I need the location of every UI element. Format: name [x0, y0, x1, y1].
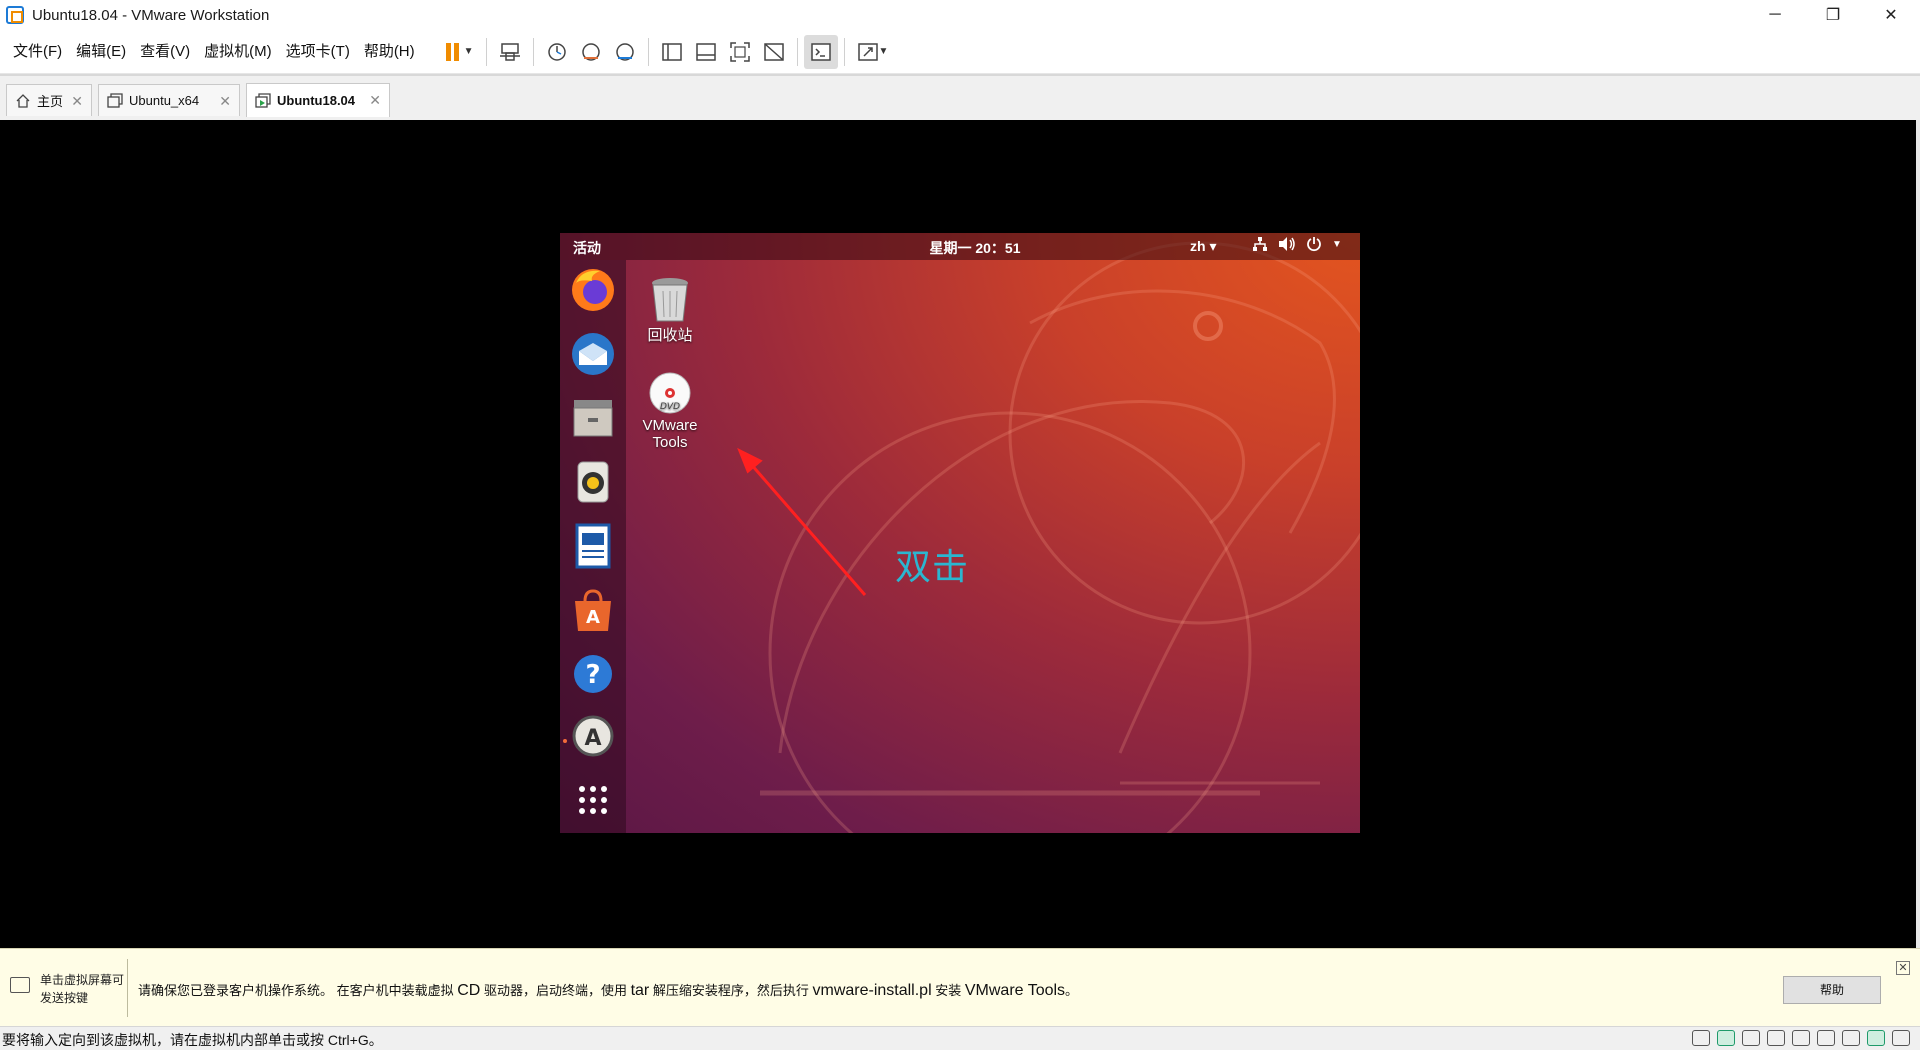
title-bar: Ubuntu18.04 - VMware Workstation ─ ❐ ✕: [0, 0, 1920, 30]
close-icon[interactable]: ✕: [1896, 961, 1910, 975]
close-icon[interactable]: ✕: [219, 93, 231, 110]
vm-icon: [107, 92, 123, 109]
revert-snapshot-icon[interactable]: [574, 35, 608, 69]
ubuntu-desktop[interactable]: 活动 星期一 20：51 zh ▾ ▼ A ? A 回收站 DVD VMware…: [560, 233, 1360, 833]
minimize-button[interactable]: ─: [1746, 0, 1804, 30]
camera-icon[interactable]: [1842, 1030, 1860, 1046]
annotation-arrow: [737, 447, 867, 596]
menu-bar: 文件(F) 编辑(E) 查看(V) 虚拟机(M) 选项卡(T) 帮助(H) ▼ …: [0, 30, 1920, 74]
hint-text: 驱动器，启动终端，使用: [480, 983, 631, 998]
toolbar-separator: [647, 37, 649, 66]
home-icon: [15, 93, 31, 109]
tab-label: Ubuntu_x64: [129, 93, 200, 108]
status-bar: 要将输入定向到该虚拟机，请在虚拟机内部单击或按 Ctrl+G。: [0, 1026, 1920, 1050]
chevron-down-icon[interactable]: ▼: [464, 46, 474, 57]
install-hint-bar: 单击虚拟屏幕可 发送按键 请确保您已登录客户机操作系统。 在客户机中装载虚拟 C…: [0, 948, 1920, 1026]
send-ctrl-alt-del-icon[interactable]: [493, 35, 527, 69]
message-icon[interactable]: [1867, 1030, 1885, 1046]
window-title: Ubuntu18.04 - VMware Workstation: [32, 6, 270, 24]
tab-home[interactable]: 主页 ✕: [6, 84, 92, 116]
download-icon[interactable]: [1892, 1030, 1910, 1046]
menu-file[interactable]: 文件(F): [6, 30, 69, 74]
thumbnail-view-icon[interactable]: [689, 35, 723, 69]
printer-icon[interactable]: [1792, 1030, 1810, 1046]
hint-text: vmware-install.pl: [812, 982, 932, 999]
menu-edit[interactable]: 编辑(E): [69, 30, 133, 74]
tab-ubuntu1804[interactable]: Ubuntu18.04 ✕: [246, 83, 390, 117]
device-icons: [1692, 1030, 1910, 1046]
tab-bar: 主页 ✕ Ubuntu_x64 ✕ Ubuntu18.04 ✕: [0, 74, 1920, 120]
usb-icon[interactable]: [1767, 1030, 1785, 1046]
library-view-icon[interactable]: [655, 35, 689, 69]
hint-text: tar: [630, 982, 650, 999]
cd-dvd-icon[interactable]: [1717, 1030, 1735, 1046]
snapshot-icon[interactable]: [540, 35, 574, 69]
hint-text: VMware Tools: [964, 982, 1066, 999]
close-button[interactable]: ✕: [1862, 0, 1920, 30]
menu-help[interactable]: 帮助(H): [357, 30, 422, 74]
toolbar-separator: [532, 37, 534, 66]
hint-text: 安装: [931, 983, 965, 998]
unity-icon[interactable]: [757, 35, 791, 69]
close-icon[interactable]: ✕: [71, 93, 83, 110]
network-adapter-icon[interactable]: [1742, 1030, 1760, 1046]
sound-icon[interactable]: [1817, 1030, 1835, 1046]
toolbar-separator: [485, 37, 487, 66]
help-button[interactable]: 帮助: [1783, 976, 1881, 1004]
hint-text: 解压缩安装程序，然后执行: [649, 983, 813, 998]
hint-text: 。: [1065, 983, 1079, 998]
toolbar-separator: [796, 37, 798, 66]
menu-view[interactable]: 查看(V): [133, 30, 197, 74]
hint-left-line1: 单击虚拟屏幕可: [40, 973, 125, 987]
tab-ubuntu-x64[interactable]: Ubuntu_x64 ✕: [98, 84, 240, 116]
vm-scrollbar[interactable]: [1916, 120, 1920, 948]
chevron-down-icon[interactable]: ▼: [879, 46, 889, 57]
hint-message: 请确保您已登录客户机操作系统。 在客户机中装载虚拟 CD 驱动器，启动终端，使用…: [138, 980, 1078, 1000]
restore-button[interactable]: ❐: [1804, 0, 1862, 30]
vmware-logo-icon: [6, 6, 24, 24]
hint-text: CD: [457, 982, 481, 999]
window-controls: ─ ❐ ✕: [1746, 0, 1920, 30]
keyboard-icon: [10, 977, 30, 993]
hard-disk-icon[interactable]: [1692, 1030, 1710, 1046]
console-view-icon[interactable]: [803, 34, 838, 69]
menu-vm[interactable]: 虚拟机(M): [197, 30, 279, 74]
manage-snapshots-icon[interactable]: [608, 35, 642, 69]
hint-divider: [127, 959, 128, 1017]
annotation-text: 双击: [895, 547, 970, 588]
toolbar-separator: [843, 37, 845, 66]
hint-left-line2: 发送按键: [40, 991, 89, 1005]
menu-tabs[interactable]: 选项卡(T): [279, 30, 357, 74]
status-text: 要将输入定向到该虚拟机，请在虚拟机内部单击或按 Ctrl+G。: [2, 1032, 383, 1048]
hint-left: 单击虚拟屏幕可 发送按键: [10, 971, 124, 1007]
close-icon[interactable]: ✕: [369, 92, 381, 109]
vm-running-icon: [255, 92, 271, 109]
fullscreen-icon[interactable]: [723, 35, 757, 69]
tab-label: Ubuntu18.04: [277, 93, 356, 108]
hint-text: 请确保您已登录客户机操作系统。 在客户机中装载虚拟: [138, 983, 458, 998]
tab-label: 主页: [37, 94, 64, 109]
